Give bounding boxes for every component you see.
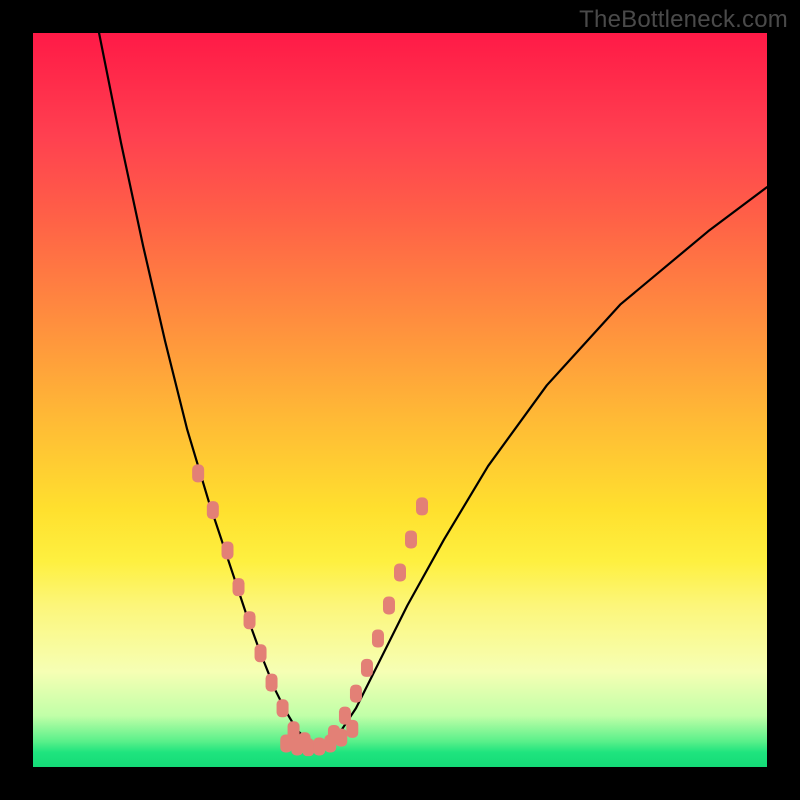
bottleneck-curve-path <box>99 33 767 746</box>
chart-svg <box>33 33 767 767</box>
highlight-band-bottom-marker <box>302 738 314 756</box>
highlight-band-left-marker <box>207 501 219 519</box>
plot-area <box>33 33 767 767</box>
highlight-band-left-marker <box>244 611 256 629</box>
highlight-band-right-marker <box>394 563 406 581</box>
highlight-band-bottom-marker <box>346 720 358 738</box>
highlight-band-bottom-marker <box>313 737 325 755</box>
highlight-band-left-marker <box>192 464 204 482</box>
highlight-band-right-marker <box>405 530 417 548</box>
highlight-band-right-marker <box>416 497 428 515</box>
highlight-band-left-marker <box>255 644 267 662</box>
highlight-band-right-marker <box>372 630 384 648</box>
highlight-band-right-marker <box>383 597 395 615</box>
highlight-band-left-marker <box>277 699 289 717</box>
highlight-band-left-marker <box>233 578 245 596</box>
highlight-band-bottom-marker <box>280 735 292 753</box>
highlight-band-right-marker <box>361 659 373 677</box>
highlight-band-bottom-marker <box>291 737 303 755</box>
highlight-band-bottom-marker <box>335 729 347 747</box>
highlight-band-left-marker <box>266 674 278 692</box>
chart-frame: TheBottleneck.com <box>0 0 800 800</box>
highlight-band-right-marker <box>350 685 362 703</box>
highlight-band-bottom-marker <box>324 735 336 753</box>
watermark-text: TheBottleneck.com <box>579 6 788 34</box>
highlight-band-left-marker <box>222 541 234 559</box>
